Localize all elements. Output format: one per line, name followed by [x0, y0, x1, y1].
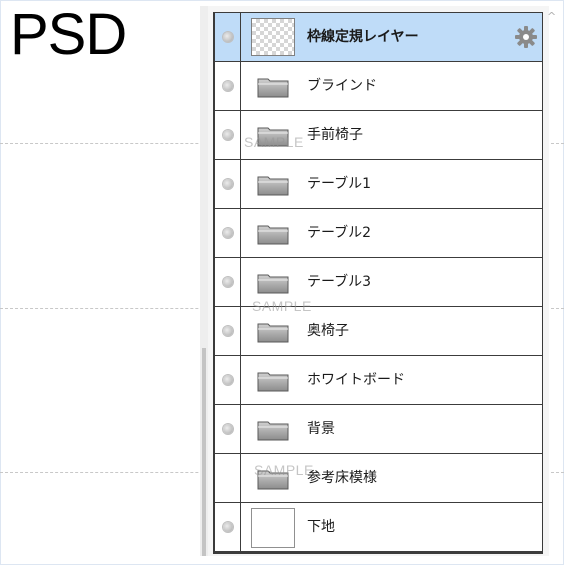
folder-icon	[257, 76, 289, 98]
visibility-toggle-icon[interactable]	[223, 32, 233, 42]
layer-name: 下地	[307, 519, 335, 535]
visibility-toggle-icon[interactable]	[223, 81, 233, 91]
visibility-column	[215, 258, 241, 306]
visibility-column	[215, 62, 241, 110]
layer-name: 背景	[307, 421, 335, 437]
layer-thumbnail	[251, 18, 295, 56]
visibility-column	[215, 111, 241, 159]
visibility-column[interactable]	[215, 454, 241, 502]
visibility-column	[215, 13, 241, 61]
layer-row-front-chair[interactable]: 手前椅子	[215, 111, 542, 160]
visibility-toggle-icon[interactable]	[223, 375, 233, 385]
layer-name: テーブル1	[307, 176, 372, 192]
layer-name: テーブル2	[307, 225, 372, 241]
layer-name: ホワイトボード	[307, 372, 405, 388]
folder-icon	[257, 419, 289, 441]
visibility-toggle-icon[interactable]	[223, 424, 233, 434]
visibility-toggle-icon[interactable]	[223, 277, 233, 287]
visibility-column	[215, 307, 241, 355]
layer-row-table-1[interactable]: テーブル1	[215, 160, 542, 209]
visibility-column	[215, 160, 241, 208]
visibility-toggle-icon[interactable]	[223, 228, 233, 238]
folder-icon	[257, 370, 289, 392]
layer-row-whiteboard[interactable]: ホワイトボード	[215, 356, 542, 405]
visibility-toggle-icon[interactable]	[223, 522, 233, 532]
folder-icon	[257, 125, 289, 147]
layer-name: 枠線定規レイヤー	[307, 29, 419, 45]
layer-row-floor-pattern[interactable]: 参考床模様	[215, 454, 542, 503]
layer-row-frame-ruler[interactable]: 枠線定規レイヤー	[215, 12, 542, 62]
layer-row-table-2[interactable]: テーブル2	[215, 209, 542, 258]
layer-name: 奥椅子	[307, 323, 349, 339]
folder-icon	[257, 174, 289, 196]
page-title: PSD	[10, 2, 127, 67]
visibility-column	[215, 503, 241, 551]
visibility-column	[215, 405, 241, 453]
layer-row-table-3[interactable]: テーブル3	[215, 258, 542, 307]
layer-thumbnail	[251, 508, 295, 548]
folder-icon	[257, 223, 289, 245]
layer-row-background[interactable]: 背景	[215, 405, 542, 454]
visibility-toggle-icon[interactable]	[223, 179, 233, 189]
layer-name: ブラインド	[307, 78, 377, 94]
visibility-toggle-icon[interactable]	[223, 130, 233, 140]
layer-row-base[interactable]: 下地	[215, 503, 542, 554]
visibility-column	[215, 356, 241, 404]
gear-icon[interactable]	[514, 25, 538, 49]
folder-icon	[257, 272, 289, 294]
folder-icon	[257, 321, 289, 343]
scrollbar-thumb[interactable]	[202, 348, 206, 556]
scroll-up-arrow-icon[interactable]: ^	[547, 10, 556, 23]
folder-icon	[257, 468, 289, 490]
layer-row-back-chair[interactable]: 奥椅子	[215, 307, 542, 356]
layer-name: 手前椅子	[307, 127, 363, 143]
visibility-toggle-icon[interactable]	[223, 326, 233, 336]
layer-name: 参考床模様	[307, 470, 377, 486]
visibility-column	[215, 209, 241, 257]
layer-list: 枠線定規レイヤー ブラインド 手前椅子 テーブル1 テーブル2 テーブル3 奥椅…	[213, 12, 543, 554]
layer-row-blinds[interactable]: ブラインド	[215, 62, 542, 111]
layer-name: テーブル3	[307, 274, 372, 290]
